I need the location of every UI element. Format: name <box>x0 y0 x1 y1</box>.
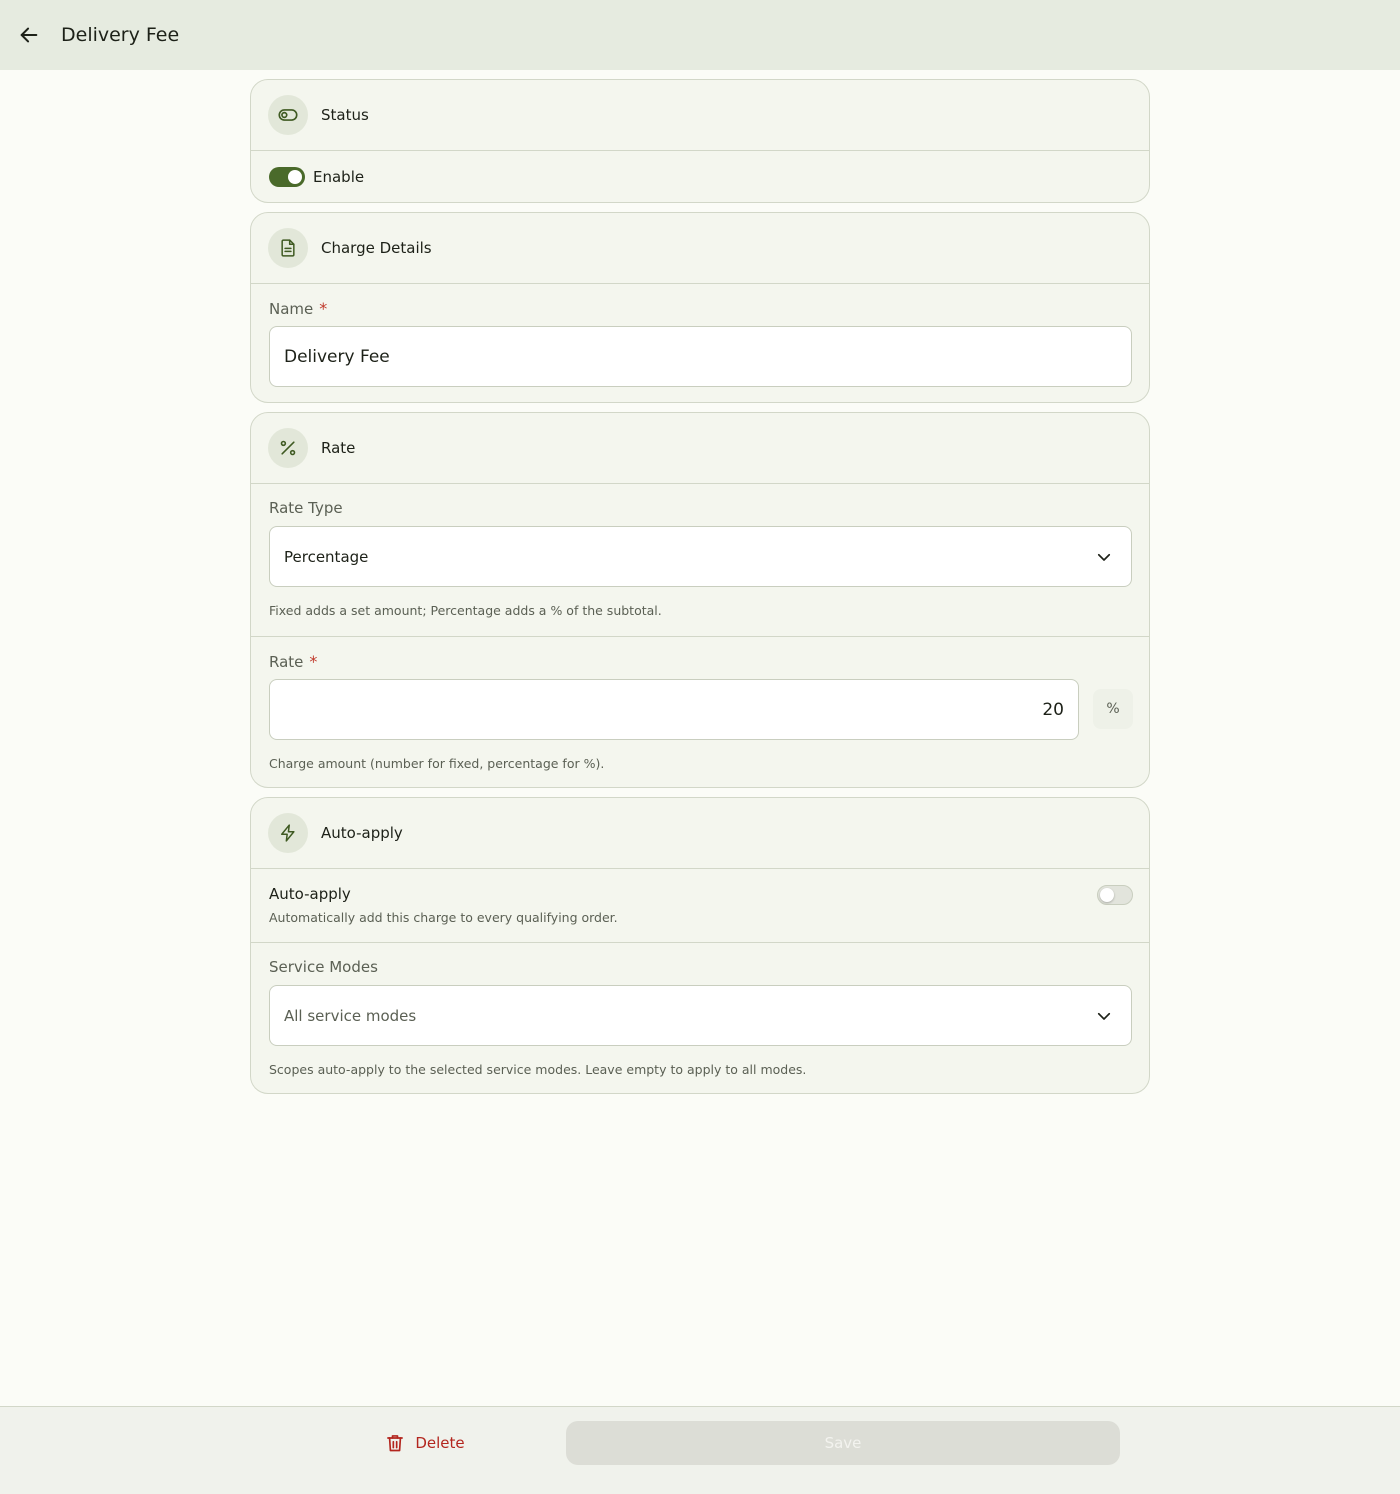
rate-type-select[interactable]: Percentage <box>269 526 1132 587</box>
enable-label: Enable <box>313 167 365 186</box>
status-card-header: Status <box>251 80 1149 151</box>
rate-type-helper: Fixed adds a set amount; Percentage adds… <box>269 603 662 618</box>
auto-apply-card-title: Auto-apply <box>321 824 403 842</box>
rate-value-section: Rate * 20 % Charge amount (number for fix… <box>251 636 1149 787</box>
auto-apply-card-header: Auto-apply <box>251 798 1149 869</box>
auto-apply-toggle-description: Automatically add this charge to every q… <box>269 910 618 925</box>
charge-details-icon-badge <box>268 228 308 268</box>
bottom-action-bar: Delete Save <box>0 1406 1400 1494</box>
rate-field-label: Rate <box>269 653 304 671</box>
rate-helper: Charge amount (number for fixed, percent… <box>269 756 605 771</box>
status-card-title: Status <box>321 106 369 124</box>
save-button[interactable]: Save <box>566 1421 1120 1465</box>
service-modes-label: Service Modes <box>269 958 378 976</box>
charge-details-card: Charge Details Name * Delivery Fee <box>250 212 1150 403</box>
arrow-left-icon <box>20 27 38 43</box>
service-modes-select[interactable]: All service modes <box>269 985 1132 1046</box>
enable-toggle-knob <box>288 169 302 184</box>
service-modes-helper: Scopes auto-apply to the selected servic… <box>269 1062 807 1077</box>
rate-card-title: Rate <box>321 439 356 457</box>
charge-details-card-header: Charge Details <box>251 213 1149 284</box>
status-card: Status Enable <box>250 79 1150 203</box>
delete-button[interactable]: Delete <box>370 1421 480 1465</box>
name-field-label: Name <box>269 300 314 318</box>
auto-apply-card: Auto-apply Auto-apply Automatically add … <box>250 797 1150 1094</box>
rate-input-value: 20 <box>1042 699 1064 720</box>
name-input-value: Delivery Fee <box>284 346 390 367</box>
service-modes-section: Service Modes All service modes Scopes a… <box>251 942 1149 1093</box>
auto-apply-toggle[interactable] <box>1097 885 1133 905</box>
chevron-down-icon <box>1097 553 1111 561</box>
charge-details-card-title: Charge Details <box>321 239 432 257</box>
rate-card-header: Rate <box>251 413 1149 484</box>
document-icon <box>281 239 295 257</box>
enable-toggle[interactable] <box>269 166 305 187</box>
rate-field-label-row: Rate * <box>269 652 317 671</box>
rate-required-mark: * <box>309 652 318 671</box>
auto-apply-toggle-label: Auto-apply <box>269 885 351 903</box>
name-field-label-row: Name * <box>269 299 327 318</box>
name-required-mark: * <box>319 299 328 318</box>
rate-input[interactable]: 20 <box>269 679 1079 740</box>
auto-apply-icon-badge <box>268 813 308 853</box>
app-bar: Delivery Fee <box>0 0 1400 70</box>
chevron-down-icon <box>1097 1012 1111 1020</box>
auto-apply-toggle-section: Auto-apply Automatically add this charge… <box>251 869 1149 942</box>
percent-icon <box>280 440 296 456</box>
delete-button-label: Delete <box>415 1434 465 1452</box>
service-modes-placeholder: All service modes <box>284 1006 417 1025</box>
status-icon-badge <box>268 95 308 135</box>
name-input[interactable]: Delivery Fee <box>269 326 1132 387</box>
rate-card: Rate Rate Type Percentage Fixed adds a s… <box>250 412 1150 788</box>
name-field-section: Name * Delivery Fee <box>251 284 1149 402</box>
trash-icon <box>387 1435 404 1452</box>
toggle-icon <box>278 109 298 121</box>
rate-type-section: Rate Type Percentage Fixed adds a set am… <box>251 484 1149 636</box>
rate-type-label: Rate Type <box>269 499 343 517</box>
lightning-icon <box>281 824 295 842</box>
save-button-label: Save <box>824 1434 862 1452</box>
rate-icon-badge <box>268 428 308 468</box>
page-title: Delivery Fee <box>61 24 180 46</box>
auto-apply-toggle-knob <box>1100 888 1114 902</box>
rate-unit-suffix: % <box>1093 689 1133 729</box>
status-enable-row: Enable <box>251 151 1149 202</box>
back-button[interactable] <box>9 15 49 55</box>
rate-type-selected-value: Percentage <box>284 547 369 566</box>
